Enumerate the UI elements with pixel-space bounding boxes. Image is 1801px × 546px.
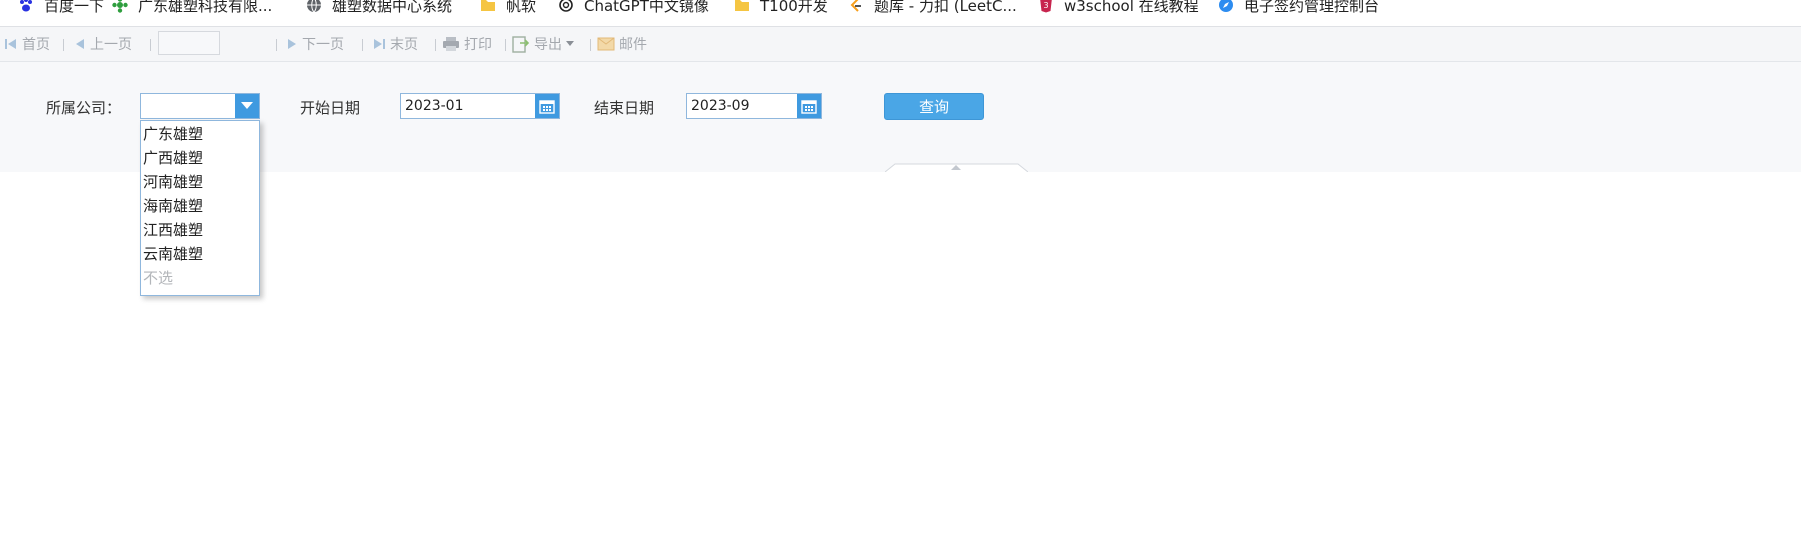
bookmark-esign-console[interactable]: 电子签约管理控制台 [1218, 0, 1379, 16]
query-button[interactable]: 查询 [884, 93, 984, 120]
export-label: 导出 [534, 37, 562, 53]
dropdown-option[interactable]: 广东雄塑 [143, 123, 203, 145]
dropdown-option[interactable]: 江西雄塑 [143, 219, 203, 241]
printer-icon [443, 37, 459, 51]
bookmark-t100[interactable]: T100开发 [734, 0, 828, 16]
bookmark-chatgpt[interactable]: ChatGPT中文镜像 [558, 0, 709, 16]
prev-page-button[interactable]: 上一页 [74, 34, 132, 54]
dropdown-option[interactable]: 广西雄塑 [143, 147, 203, 169]
green-flower-icon [112, 0, 128, 13]
page-number-input[interactable] [158, 31, 220, 55]
w3school-icon: 3 [1040, 0, 1052, 13]
chevron-down-icon [566, 41, 574, 46]
end-date-calendar-button[interactable] [797, 94, 821, 118]
start-date-label: 开始日期 [300, 99, 361, 117]
toolbar-divider [505, 39, 506, 51]
company-input[interactable] [141, 94, 239, 118]
prev-page-icon [76, 39, 84, 49]
company-label: 所属公司： [46, 99, 122, 117]
bookmark-label: 广东雄塑科技有限... [138, 0, 273, 15]
toolbar-divider [150, 39, 151, 51]
bookmark-xiongsu-tech[interactable]: 广东雄塑科技有限... [112, 0, 272, 16]
start-date-input[interactable] [401, 94, 539, 118]
bookmark-label: 帆软 [506, 0, 537, 15]
bookmark-label: T100开发 [760, 0, 828, 15]
bookmark-label: 题库 - 力扣 (LeetC... [874, 0, 1017, 15]
toolbar-divider [590, 39, 591, 51]
bookmark-data-center[interactable]: 雄塑数据中心系统 [306, 0, 452, 16]
envelope-icon [597, 37, 615, 51]
next-page-label: 下一页 [302, 37, 344, 53]
dropdown-option-none[interactable]: 不选 [143, 267, 173, 289]
bookmark-w3school[interactable]: 3 w3school 在线教程 [1038, 0, 1199, 16]
next-page-button[interactable]: 下一页 [286, 34, 344, 54]
svg-text:3: 3 [1043, 1, 1048, 10]
calendar-icon [539, 100, 555, 114]
export-button[interactable]: 导出 [512, 34, 574, 54]
bookmark-leetcode[interactable]: 题库 - 力扣 (LeetC... [848, 0, 1017, 16]
end-date-input[interactable] [687, 94, 801, 118]
openai-icon [559, 0, 573, 12]
company-dropdown-list: 广东雄塑 广西雄塑 河南雄塑 海南雄塑 江西雄塑 云南雄塑 不选 [140, 120, 260, 296]
first-page-icon [5, 39, 16, 49]
report-toolbar: 首页 上一页 下一页 末页 打印 导出 邮件 [0, 27, 1801, 62]
print-button[interactable]: 打印 [442, 34, 492, 54]
bookmarks-bar: 百度一下 广东雄塑科技有限... 雄塑数据中心系统 帆软 ChatGPT中文镜像… [0, 0, 1801, 27]
chevron-down-icon [241, 102, 253, 109]
toolbar-divider [63, 39, 64, 51]
folder-icon [735, 0, 749, 11]
start-date-picker[interactable] [400, 93, 560, 119]
leetcode-icon [850, 0, 861, 12]
end-date-label: 结束日期 [594, 99, 655, 117]
bookmark-label: w3school 在线教程 [1064, 0, 1199, 15]
bookmark-label: 电子签约管理控制台 [1244, 0, 1380, 15]
print-label: 打印 [464, 37, 492, 53]
dropdown-option[interactable]: 海南雄塑 [143, 195, 203, 217]
calendar-icon [801, 100, 817, 114]
last-page-label: 末页 [390, 37, 418, 53]
prev-page-label: 上一页 [90, 37, 132, 53]
next-page-icon [288, 39, 296, 49]
bookmark-label: 百度一下 [44, 0, 105, 15]
export-icon [512, 36, 530, 53]
first-page-button[interactable]: 首页 [4, 34, 50, 54]
bookmark-fanruan[interactable]: 帆软 [480, 0, 536, 16]
toolbar-divider [362, 39, 363, 51]
mail-label: 邮件 [619, 37, 647, 53]
baidu-paw-icon [20, 0, 32, 12]
collapse-panel-handle[interactable] [885, 162, 1028, 172]
dropdown-option[interactable]: 河南雄塑 [143, 171, 203, 193]
last-page-button[interactable]: 末页 [372, 34, 418, 54]
folder-icon [481, 0, 495, 11]
end-date-picker[interactable] [686, 93, 822, 119]
company-combobox[interactable] [140, 93, 260, 119]
toolbar-divider [435, 39, 436, 51]
last-page-icon [374, 39, 385, 49]
compass-icon [1219, 0, 1233, 12]
toolbar-divider [276, 39, 277, 51]
mail-button[interactable]: 邮件 [597, 34, 647, 54]
bookmark-label: 雄塑数据中心系统 [332, 0, 453, 15]
first-page-label: 首页 [22, 37, 50, 53]
dropdown-option[interactable]: 云南雄塑 [143, 243, 203, 265]
start-date-calendar-button[interactable] [535, 94, 559, 118]
bookmark-label: ChatGPT中文镜像 [584, 0, 709, 15]
company-dropdown-trigger[interactable] [235, 94, 259, 118]
globe-icon [307, 0, 321, 13]
bookmark-baidu[interactable]: 百度一下 [18, 0, 104, 16]
